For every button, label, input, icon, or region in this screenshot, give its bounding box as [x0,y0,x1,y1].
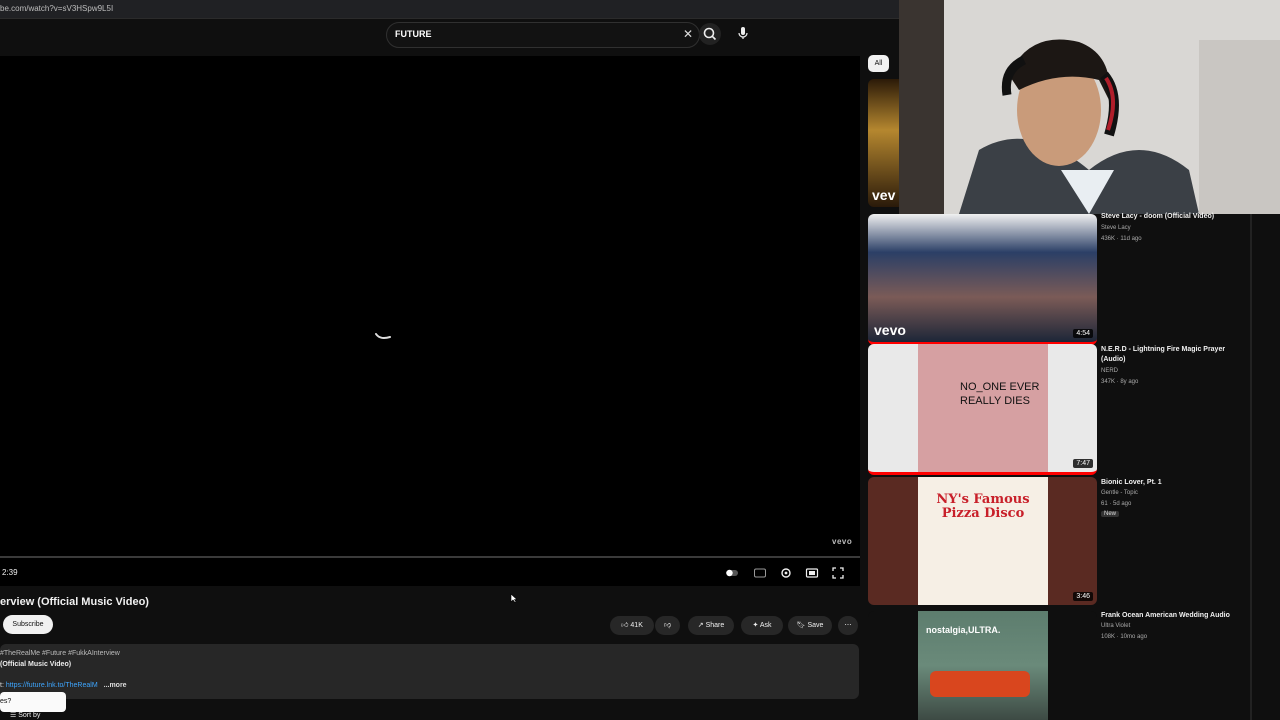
share-icon: ↗ [697,622,704,629]
related-channel[interactable]: Steve Lacy [1101,225,1131,231]
orange-car [930,671,1030,697]
ask-label: Ask [759,622,772,629]
theater-mode-button[interactable] [805,566,819,580]
streamer-image [899,0,1280,214]
related-thumbnail[interactable]: NO_ONE EVER REALLY DIES 7:47 [868,344,1097,475]
description-box[interactable]: #TheRealMe #Future #FukkAInterview (Offi… [0,644,859,699]
related-channel[interactable]: NERD [1101,368,1118,374]
clear-search-icon[interactable]: ✕ [683,27,693,41]
sort-icon: ☰ [10,712,17,719]
video-title: erview (Official Music Video) [0,596,149,608]
bookmark-icon: 🔖︎ [796,622,806,629]
related-meta: 61 · 5d ago [1101,501,1132,507]
related-thumbnail[interactable]: nostalgia,ULTRA. [868,611,1097,720]
fullscreen-icon [832,567,844,579]
related-title[interactable]: N.E.R.D - Lightning Fire Magic Prayer (A… [1101,345,1251,365]
theater-icon [805,568,819,578]
related-meta: 108K · 10mo ago [1101,634,1148,640]
loading-spinner-icon [375,333,391,339]
video-thumbnail-top[interactable]: vev [868,79,899,207]
voice-search-button[interactable] [733,23,753,43]
settings-button[interactable] [779,566,793,580]
sparkle-icon: ✦ [752,622,759,629]
share-button[interactable]: ↗ Share [688,616,734,635]
autoplay-icon [726,569,738,577]
tongue-artwork [918,344,1048,472]
related-meta: 436K · 11d ago [1101,236,1142,242]
related-meta: 347K · 8y ago [1101,379,1139,385]
mic-icon [738,27,748,39]
related-title[interactable]: Frank Ocean American Wedding Audio [1101,611,1251,621]
more-icon: ⋯ [844,622,852,629]
fullscreen-button[interactable] [831,566,845,580]
related-title[interactable]: Bionic Lover, Pt. 1 [1101,478,1251,488]
save-button[interactable]: 🔖︎ Save [788,616,832,635]
sort-comments-button[interactable]: ☰ Sort by [10,711,40,719]
related-channel[interactable]: Ultra Violet [1101,623,1130,629]
new-badge: New [1101,511,1120,517]
link-prefix: t: [0,682,4,689]
sidebar-scrollbar[interactable] [1250,214,1252,720]
dislike-button[interactable]: 👎︎ [655,616,680,635]
duration-badge: 4:54 [1073,329,1093,338]
autoplay-toggle[interactable] [725,566,739,580]
duration-badge: 7:47 [1073,459,1093,468]
vevo-logo: vevo [874,322,906,338]
save-label: Save [807,622,824,629]
comment-tooltip: es? [0,692,66,712]
ask-button[interactable]: ✦ Ask [741,616,783,635]
related-thumbnail[interactable]: vevo 4:54 [868,214,1097,345]
related-title[interactable]: Steve Lacy - doom (Official Video) [1101,212,1251,222]
progress-bar[interactable] [0,556,860,558]
more-actions-button[interactable]: ⋯ [838,616,858,635]
subscribe-button[interactable]: Subscribe [3,615,53,634]
gear-icon [781,568,791,578]
album-art-text: nostalgia,ULTRA. [926,625,1001,635]
related-channel[interactable]: Gentle - Topic [1101,490,1138,496]
thumbs-down-icon: 👎︎ [663,622,672,629]
album-art-text: NO_ONE EVER REALLY DIES [960,381,1040,407]
search-icon [703,27,717,41]
search-input[interactable]: FUTURE ✕ [386,22,700,48]
captions-button[interactable] [753,566,767,580]
captions-icon [754,568,766,578]
like-count: 41K [630,622,643,629]
related-thumbnail[interactable]: NY's Famous Pizza Disco 3:46 [868,477,1097,605]
show-more-link[interactable]: ...more [104,682,127,689]
time-display: 2:39 [2,568,18,577]
duration-badge: 3:46 [1073,592,1093,601]
vevo-watermark: vevo [832,537,853,546]
like-button[interactable]: 👍︎ 41K [610,616,654,635]
description-tags: #TheRealMe #Future #FukkAInterview [0,650,120,657]
filter-chip-all[interactable]: All [868,55,889,72]
sort-label: Sort by [18,712,41,719]
search-button[interactable] [699,23,721,45]
description-link-row: t: https://future.lnk.to/TheRealM ...mor… [0,682,127,689]
thumbs-up-icon: 👍︎ [621,622,629,629]
description-line: (Official Music Video) [0,661,72,668]
webcam-overlay [899,0,1280,214]
url-text: be.com/watch?v=sV3HSpw9L5I [0,4,114,13]
share-label: Share [705,622,725,629]
vevo-logo: vev [872,187,896,203]
mouse-cursor-icon [510,590,518,603]
browser-url-bar[interactable]: be.com/watch?v=sV3HSpw9L5I [0,0,900,19]
album-art-text: NY's Famous Pizza Disco [936,492,1030,521]
video-player[interactable] [0,56,860,586]
description-link[interactable]: https://future.lnk.to/TheRealM [6,682,98,689]
search-query: FUTURE [395,29,432,39]
